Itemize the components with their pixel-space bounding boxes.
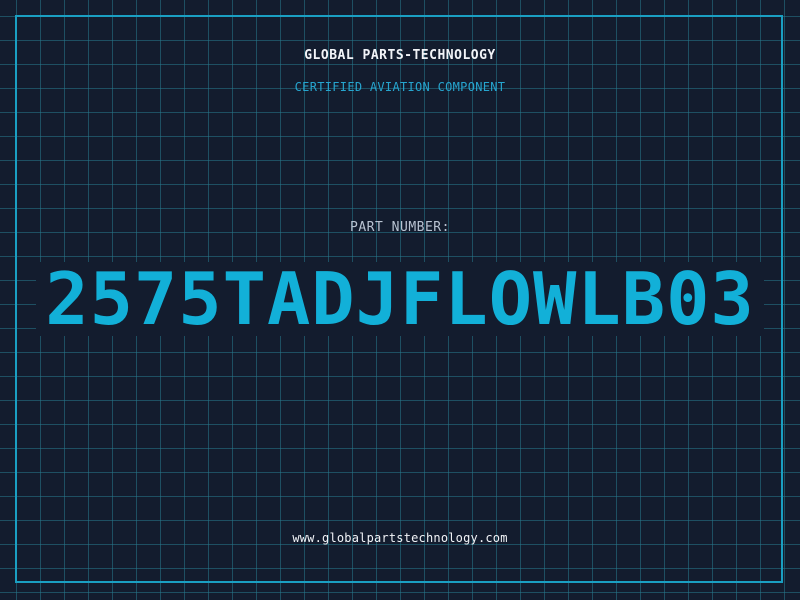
certification-subtitle: CERTIFIED AVIATION COMPONENT bbox=[294, 80, 506, 94]
website-url: www.globalpartstechnology.com bbox=[292, 531, 508, 545]
part-number-label: PART NUMBER: bbox=[350, 220, 450, 235]
part-number-value: 2575TADJFLOWLB03 bbox=[36, 262, 764, 336]
company-name: GLOBAL PARTS-TECHNOLOGY bbox=[304, 48, 496, 63]
